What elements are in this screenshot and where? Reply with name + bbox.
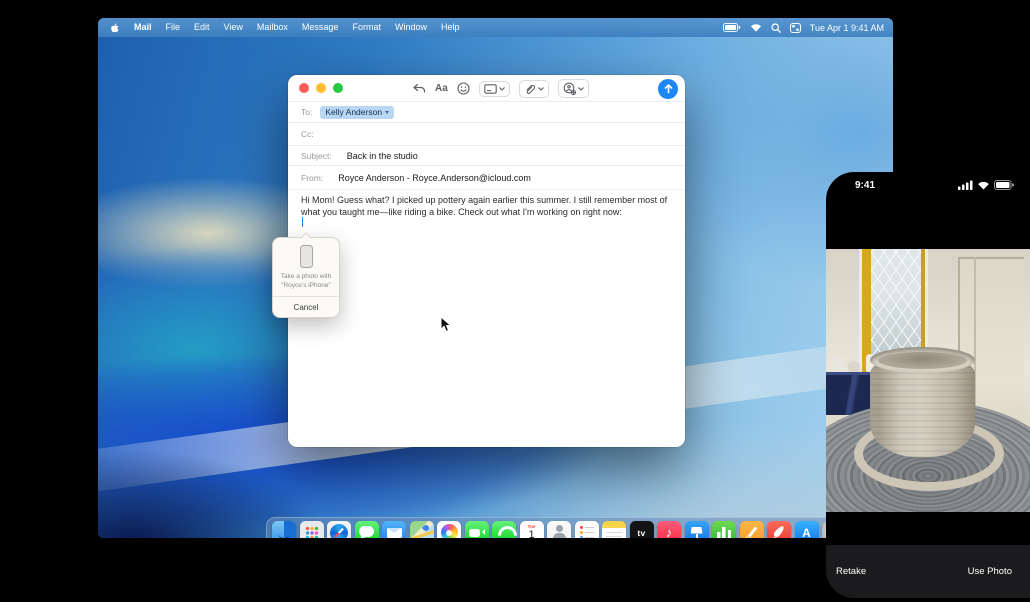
close-button[interactable]	[299, 83, 309, 93]
send-arrow-icon	[663, 83, 674, 94]
dock-finder[interactable]	[272, 521, 296, 539]
format-button[interactable]: Aa	[435, 83, 448, 94]
continuity-camera-popover: Take a photo with “Royce’s iPhone” Cance…	[272, 237, 340, 318]
dock-pages[interactable]	[740, 521, 764, 539]
retake-button[interactable]: Retake	[836, 566, 866, 577]
attachment-button[interactable]	[519, 80, 549, 98]
dock-reminders[interactable]	[575, 521, 599, 539]
iphone-clock: 9:41	[855, 180, 875, 191]
battery-icon[interactable]	[723, 23, 741, 32]
apple-menu-icon[interactable]	[109, 22, 121, 34]
iphone-icon	[300, 245, 313, 268]
dock-phone[interactable]	[492, 521, 516, 539]
menu-edit[interactable]: Edit	[187, 22, 217, 32]
insert-photo-button[interactable]	[558, 79, 589, 98]
menu-window[interactable]: Window	[388, 22, 434, 32]
dock-calendar[interactable]: Tue1	[520, 521, 544, 539]
menu-file[interactable]: File	[159, 22, 188, 32]
subject-field[interactable]: Subject: Back in the studio	[288, 146, 685, 166]
chevron-down-icon	[538, 87, 544, 91]
popover-title-line1: Take a photo with	[276, 272, 336, 281]
dock-tv[interactable]: tv	[630, 521, 654, 539]
dock: Tue1 tv	[266, 517, 893, 538]
send-button[interactable]	[658, 79, 678, 99]
menu-bar: MailFileEditViewMailboxMessageFormatWind…	[98, 18, 893, 37]
recipient-token[interactable]: Kelly Anderson	[320, 106, 394, 119]
dock-rocket[interactable]	[767, 521, 791, 539]
dock-notes[interactable]	[602, 521, 626, 539]
chevron-down-icon	[578, 87, 584, 91]
subject-value: Back in the studio	[347, 151, 418, 161]
dock-safari[interactable]	[327, 521, 351, 539]
iphone-status-bar: 9:41	[826, 172, 1030, 198]
mail-compose-window: Aa	[288, 75, 685, 447]
compose-titlebar[interactable]: Aa	[288, 75, 685, 102]
camera-action-bar: Retake Use Photo	[826, 545, 1030, 598]
app-menus: MailFileEditViewMailboxMessageFormatWind…	[127, 18, 467, 37]
cellular-signal-icon	[958, 180, 973, 190]
from-field[interactable]: From: Royce Anderson - Royce.Anderson@ic…	[288, 166, 685, 190]
dock-appstore[interactable]	[795, 521, 819, 539]
undo-button[interactable]	[412, 83, 426, 95]
use-photo-button[interactable]: Use Photo	[968, 566, 1012, 577]
header-fields-button[interactable]	[479, 81, 510, 97]
cancel-button[interactable]: Cancel	[273, 299, 339, 317]
from-value: Royce Anderson - Royce.Anderson@icloud.c…	[338, 173, 531, 183]
popover-arrow	[300, 232, 311, 243]
window-controls	[288, 83, 343, 93]
paperclip-icon	[524, 83, 536, 95]
screenshot-canvas: MailFileEditViewMailboxMessageFormatWind…	[0, 0, 1030, 602]
dock-music[interactable]	[657, 521, 681, 539]
dock-contacts[interactable]	[547, 521, 571, 539]
iphone-screen: 9:41 Retake Use Photo	[826, 172, 1030, 598]
dock-keynote[interactable]	[685, 521, 709, 539]
cc-field[interactable]: Cc:	[288, 123, 685, 146]
minimize-button[interactable]	[316, 83, 326, 93]
mouse-cursor	[440, 316, 452, 333]
menu-mail[interactable]: Mail	[127, 22, 159, 32]
menu-message[interactable]: Message	[295, 22, 346, 32]
dock-launchpad[interactable]	[300, 521, 324, 539]
subject-label: Subject:	[301, 151, 332, 161]
menu-view[interactable]: View	[217, 22, 250, 32]
dock-facetime[interactable]	[465, 521, 489, 539]
dock-mail[interactable]	[382, 521, 406, 539]
wifi-icon[interactable]	[750, 23, 762, 32]
popover-divider	[273, 296, 339, 297]
menu-mailbox[interactable]: Mailbox	[250, 22, 295, 32]
battery-icon	[994, 180, 1014, 190]
emoji-button[interactable]	[457, 82, 470, 95]
chevron-down-icon	[499, 87, 505, 91]
dock-messages[interactable]	[355, 521, 379, 539]
control-center-icon[interactable]	[790, 23, 801, 33]
popover-title-line2: “Royce’s iPhone”	[276, 281, 336, 290]
menu-bar-clock[interactable]: Tue Apr 1 9:41 AM	[810, 23, 884, 33]
dock-photos[interactable]	[437, 521, 461, 539]
to-field[interactable]: To: Kelly Anderson	[288, 102, 685, 123]
camera-preview-photo	[826, 249, 1030, 512]
photo-person-icon	[563, 82, 576, 95]
menu-format[interactable]: Format	[345, 22, 388, 32]
dock-numbers[interactable]	[712, 521, 736, 539]
to-label: To:	[301, 107, 312, 117]
dock-apps: Tue1 tv	[272, 521, 846, 539]
text-insertion-caret	[302, 217, 304, 227]
message-body[interactable]: Hi Mom! Guess what? I picked up pottery …	[301, 195, 671, 218]
menu-help[interactable]: Help	[434, 22, 467, 32]
zoom-button[interactable]	[333, 83, 343, 93]
spotlight-search-icon[interactable]	[771, 23, 781, 33]
cc-label: Cc:	[301, 129, 314, 139]
from-label: From:	[301, 173, 323, 183]
dock-maps[interactable]	[410, 521, 434, 539]
wifi-icon	[977, 180, 990, 190]
